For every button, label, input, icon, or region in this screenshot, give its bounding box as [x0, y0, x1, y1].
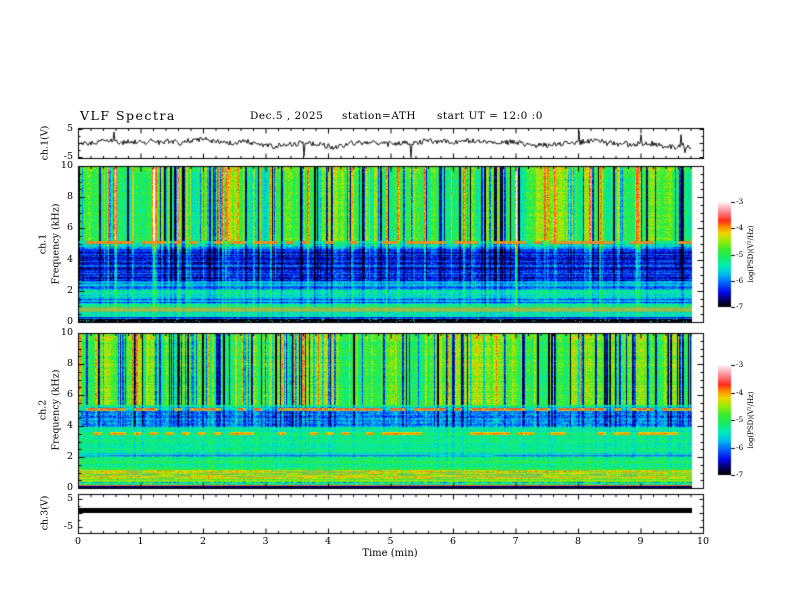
- colorbar2-tick-label: -7: [736, 470, 744, 479]
- colorbar2-tick-label: -3: [736, 360, 744, 369]
- colorbar1-tick-label: -3: [736, 197, 744, 206]
- colorbar1-tick-label: -5: [736, 249, 744, 259]
- x-tick-label: 10: [696, 536, 710, 547]
- ch1-spec-y-tick-label: 8: [66, 191, 73, 203]
- colorbar1-tick-label: -7: [736, 302, 744, 311]
- ch2-spec-y-tick-label: 4: [66, 420, 73, 431]
- time-axis-label: Time (min): [362, 548, 418, 559]
- x-tick-label: 6: [449, 536, 457, 547]
- ch2-spec-y-tick-label: 2: [66, 451, 73, 462]
- x-tick-label: 8: [574, 536, 582, 547]
- x-tick-label: 2: [199, 536, 207, 547]
- ch1-spec-y-tick-label: 4: [66, 253, 73, 265]
- vlf-spectra-figure: VLF Spectra Dec.5 , 2025 station=ATH sta…: [0, 0, 792, 612]
- x-tick-label: 3: [262, 536, 269, 547]
- ch3-wave-y-tick-label: 5: [66, 493, 73, 504]
- ch1-spec-y-tick-label: 2: [66, 284, 73, 296]
- ch1-spec-y-tick-label: 6: [66, 222, 73, 234]
- colorbar2-tick-label: -6: [736, 442, 744, 452]
- colorbar1-tick-label: -6: [736, 275, 744, 285]
- colorbar1-tick-label: -4: [736, 223, 744, 233]
- x-tick-label: 7: [512, 536, 519, 547]
- page-title: VLF Spectra: [80, 108, 176, 123]
- ch1-wave-y-tick-label: -5: [63, 151, 73, 162]
- ch1-spec-y-tick-label: 10: [60, 160, 73, 171]
- station-label: station=ATH: [342, 110, 416, 122]
- ch2-spec-y-tick-label: 10: [60, 327, 73, 338]
- start-ut-label: start UT = 12:0 :0: [437, 110, 543, 122]
- x-tick-label: 9: [637, 536, 644, 547]
- ch2-spec-y-tick-label: 0: [66, 482, 73, 493]
- ch3-wave-y-tick-label: -5: [63, 521, 73, 532]
- x-tick-label: 0: [74, 536, 82, 547]
- x-tick-label: 1: [137, 536, 144, 547]
- date-label: Dec.5 , 2025: [250, 110, 324, 122]
- ch1-spec-y-tick-label: 0: [66, 316, 73, 327]
- ch1-wave-y-tick-label: 5: [66, 123, 73, 134]
- plot-canvas: [0, 0, 792, 612]
- ch2-spec-y-tick-label: 6: [66, 389, 73, 400]
- colorbar2-tick-label: -5: [736, 415, 744, 424]
- colorbar2-tick-label: -4: [736, 387, 744, 397]
- ch2-spec-y-tick-label: 8: [66, 358, 73, 369]
- x-tick-label: 4: [324, 536, 332, 547]
- x-tick-label: 5: [387, 536, 394, 547]
